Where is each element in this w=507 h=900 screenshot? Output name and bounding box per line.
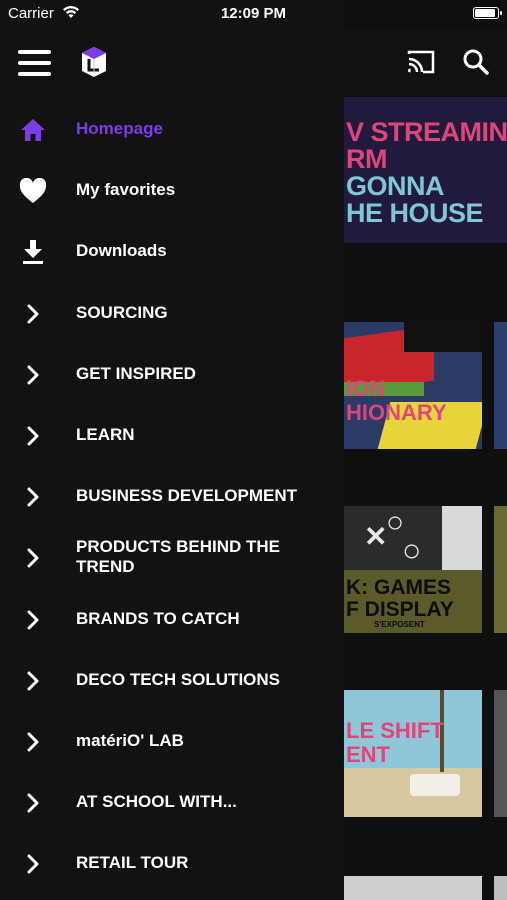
menu-item-mat-rio-lab[interactable]: matériO' LAB [0, 713, 344, 769]
home-icon [18, 115, 48, 145]
content-card[interactable] [494, 690, 507, 817]
card-image: ○ ✕ ○ [344, 506, 482, 570]
menu-item-label: PRODUCTS BEHIND THE TREND [76, 537, 281, 576]
menu-item-get-inspired[interactable]: GET INSPIRED [0, 346, 344, 402]
menu-item-products-behind-the-trend[interactable]: PRODUCTS BEHIND THE TREND [0, 529, 344, 585]
menu-item-label: LEARN [76, 425, 135, 444]
download-icon [18, 237, 48, 267]
menu-item-homepage[interactable]: Homepage [0, 101, 344, 157]
card-title: HIONARY [346, 400, 447, 425]
clock: 12:09 PM [220, 5, 287, 22]
content-card[interactable] [494, 322, 507, 449]
card-title: F DISPLAY [346, 598, 454, 621]
menu-item-label: DECO TECH SOLUTIONS [76, 670, 281, 689]
content-card[interactable] [344, 876, 482, 900]
menu-item-label: BUSINESS DEVELOPMENT [76, 486, 298, 505]
chevron-right-icon [18, 727, 48, 757]
chevron-right-icon [18, 482, 48, 512]
content-card[interactable] [494, 876, 507, 900]
menu-item-label: matériO' LAB [76, 731, 184, 750]
chevron-right-icon [18, 360, 48, 390]
menu-item-at-school-with[interactable]: AT SCHOOL WITH... [0, 774, 344, 830]
card-title: K: GAMES [346, 576, 451, 599]
menu-item-business-development[interactable]: BUSINESS DEVELOPMENT [0, 468, 344, 524]
top-bar [344, 28, 507, 94]
featured-banner[interactable]: V STREAMING RM GONNA HE HOUSE [344, 97, 507, 243]
chevron-right-icon [18, 299, 48, 329]
menu-item-label: My favorites [76, 180, 176, 199]
content-card[interactable]: ION HIONARY [344, 322, 482, 449]
navigation-drawer: Homepage My favorites Downloads SOURCING GET… [0, 0, 344, 900]
menu-item-label: GET INSPIRED [76, 364, 196, 383]
menu-item-retail-tour[interactable]: RETAIL TOUR [0, 835, 344, 891]
chevron-right-icon [18, 849, 48, 879]
app-logo[interactable] [80, 45, 108, 79]
card-title: LE SHIFT [346, 718, 444, 743]
menu-item-label: Downloads [76, 241, 167, 260]
search-icon[interactable] [462, 48, 490, 81]
content-card[interactable]: LE SHIFT ENT [344, 690, 482, 817]
menu-item-deco-tech-solutions[interactable]: DECO TECH SOLUTIONS [0, 652, 344, 708]
chevron-right-icon [18, 605, 48, 635]
menu-item-label: AT SCHOOL WITH... [76, 792, 237, 811]
chevron-right-icon [18, 543, 48, 573]
menu-item-label: RETAIL TOUR [76, 853, 189, 872]
status-bar: Carrier 12:09 PM [0, 0, 507, 28]
menu-item-label: BRANDS TO CATCH [76, 609, 240, 628]
menu-item-brands-to-catch[interactable]: BRANDS TO CATCH [0, 591, 344, 647]
card-image [404, 322, 482, 352]
content-card[interactable] [494, 506, 507, 633]
heart-icon [18, 176, 48, 206]
menu-item-learn[interactable]: LEARN [0, 407, 344, 463]
menu-item-label: SOURCING [76, 303, 168, 322]
card-subtitle: S'EXPOSENT [374, 620, 425, 629]
menu-icon[interactable] [18, 50, 51, 76]
menu-item-label: Homepage [76, 119, 163, 138]
chevron-right-icon [18, 666, 48, 696]
menu-item-downloads[interactable]: Downloads [0, 223, 344, 279]
banner-text: HE HOUSE [346, 198, 484, 228]
battery-icon [473, 7, 502, 19]
menu-item-my-favorites[interactable]: My favorites [0, 162, 344, 218]
card-title: ENT [346, 742, 390, 767]
cast-icon[interactable] [406, 50, 436, 79]
card-title: ION [346, 376, 386, 401]
chevron-right-icon [18, 788, 48, 818]
menu-item-sourcing[interactable]: SOURCING [0, 285, 344, 341]
content-card[interactable]: ○ ✕ ○ K: GAMES F DISPLAY S'EXPOSENT [344, 506, 482, 633]
card-image [410, 774, 460, 796]
chevron-right-icon [18, 421, 48, 451]
